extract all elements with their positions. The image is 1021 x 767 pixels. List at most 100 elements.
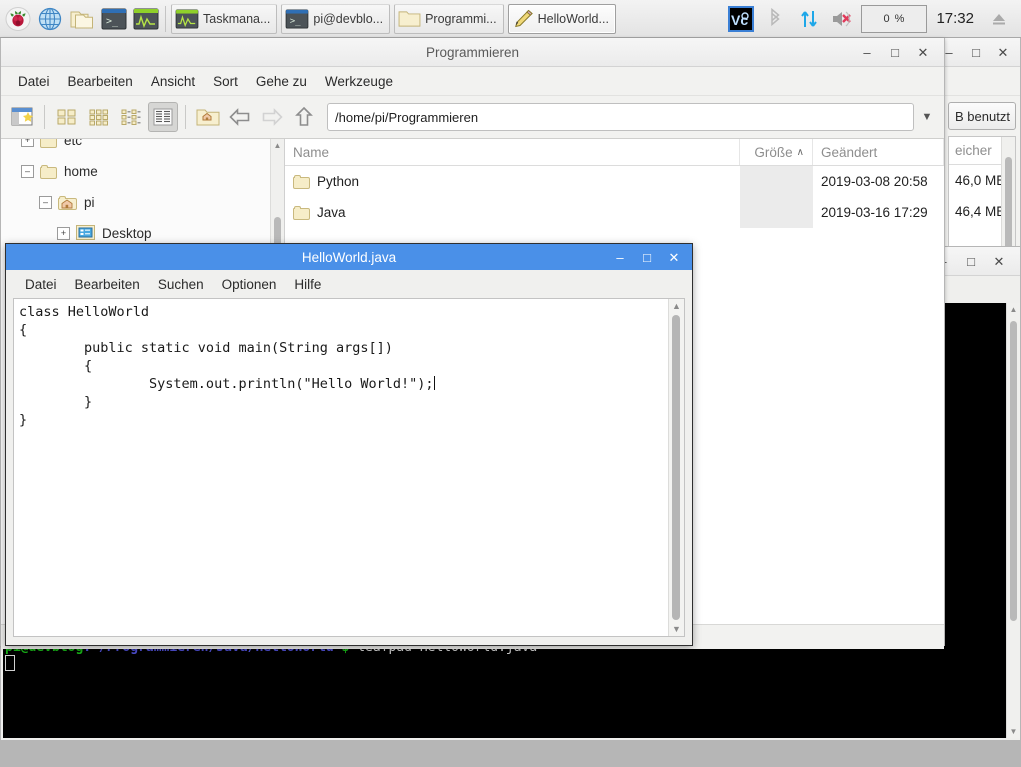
file-manager-icon[interactable] (67, 3, 97, 35)
clock[interactable]: 17:32 (929, 10, 981, 27)
toolbar-separator (44, 105, 45, 129)
taskbar-task-terminal[interactable]: >_ pi@devblo... (281, 4, 390, 34)
home-icon[interactable] (193, 102, 223, 132)
system-tray: Vc 0 % 17:32 (725, 3, 1019, 35)
minimize-button[interactable]: – (614, 251, 626, 264)
leafpad-menubar: Datei Bearbeiten Suchen Optionen Hilfe (6, 270, 692, 298)
menu-gehe-zu[interactable]: Gehe zu (247, 71, 316, 92)
new-tab-icon[interactable] (7, 102, 37, 132)
taskbar-task-leafpad[interactable]: HelloWorld... (508, 4, 616, 34)
scrollbar-thumb[interactable] (672, 315, 680, 620)
scroll-down-icon[interactable]: ▼ (1009, 727, 1018, 736)
memory-used-button[interactable]: B benutzt (948, 102, 1016, 130)
taskbar-task-label: Programmi... (425, 12, 497, 26)
file-name-cell: Python (285, 174, 740, 189)
terminal-scrollbar[interactable]: ▲ ▼ (1006, 303, 1020, 738)
scroll-down-icon[interactable]: ▼ (671, 624, 682, 634)
back-arrow-icon[interactable] (225, 102, 255, 132)
tree-expander[interactable]: – (21, 165, 34, 178)
menu-bearbeiten[interactable]: Bearbeiten (59, 71, 142, 92)
menu-ansicht[interactable]: Ansicht (142, 71, 204, 92)
view-compact-icon[interactable] (84, 102, 114, 132)
volume-muted-icon[interactable] (828, 3, 858, 35)
terminal-cursor (5, 655, 15, 671)
maximize-button[interactable]: □ (888, 45, 902, 59)
terminal-icon[interactable]: >_ (99, 3, 129, 35)
scroll-up-icon[interactable]: ▲ (273, 141, 282, 150)
sort-ascending-icon: ∧ (797, 147, 804, 158)
leafpad-window[interactable]: HelloWorld.java – □ ✕ Datei Bearbeiten S… (5, 243, 693, 646)
file-manager-menubar: Datei Bearbeiten Ansicht Sort Gehe zu We… (1, 67, 944, 96)
text-caret (434, 376, 435, 390)
leafpad-code[interactable]: class HelloWorld { public static void ma… (14, 299, 669, 636)
file-size-cell (740, 166, 813, 197)
menu-suchen[interactable]: Suchen (149, 274, 213, 295)
path-entry[interactable]: /home/pi/Programmieren (327, 103, 914, 131)
window-title: Programmieren (1, 45, 944, 60)
file-manager-toolbar: /home/pi/Programmieren ▼ (1, 96, 944, 139)
file-name-label: Java (317, 205, 346, 220)
taskbar-task-taskmanager[interactable]: Taskmana... (171, 4, 277, 34)
folder-icon (40, 165, 57, 179)
close-button[interactable]: ✕ (992, 254, 1006, 268)
maximize-button[interactable]: □ (641, 251, 653, 264)
scroll-up-icon[interactable]: ▲ (1009, 305, 1018, 314)
eject-icon[interactable] (984, 3, 1014, 35)
close-button[interactable]: ✕ (916, 45, 930, 59)
tree-item-etc[interactable]: + etc (9, 139, 284, 156)
maximize-button[interactable]: □ (969, 45, 983, 59)
window-controls: – □ ✕ (860, 45, 944, 59)
leafpad-titlebar: HelloWorld.java – □ ✕ (6, 244, 692, 270)
tree-item-label: etc (64, 139, 82, 148)
raspberry-menu-icon[interactable] (3, 3, 33, 35)
cpu-monitor[interactable]: 0 % (861, 5, 927, 33)
file-name-cell: Java (285, 205, 740, 220)
column-header-size[interactable]: Größe ∧ (740, 139, 813, 165)
taskbar: >_ Taskmana... >_ pi@devblo... Programmi… (0, 0, 1021, 38)
menu-bearbeiten[interactable]: Bearbeiten (66, 274, 149, 295)
tree-item-pi[interactable]: – pi (9, 187, 284, 218)
forward-arrow-icon (257, 102, 287, 132)
menu-datei[interactable]: Datei (9, 71, 59, 92)
tree-expander[interactable]: – (39, 196, 52, 209)
network-updown-icon[interactable] (794, 3, 824, 35)
menu-werkzeuge[interactable]: Werkzeuge (316, 71, 402, 92)
window-controls: – □ ✕ (614, 251, 692, 264)
leafpad-text-area[interactable]: class HelloWorld { public static void ma… (13, 298, 685, 637)
chevron-down-icon[interactable]: ▼ (916, 111, 938, 123)
web-browser-icon[interactable] (35, 3, 65, 35)
menu-optionen[interactable]: Optionen (213, 274, 286, 295)
up-arrow-icon[interactable] (289, 102, 319, 132)
view-detailed-list-icon[interactable] (148, 102, 178, 132)
scrollbar-thumb[interactable] (1010, 321, 1017, 621)
scroll-up-icon[interactable]: ▲ (671, 301, 682, 311)
bluetooth-icon[interactable] (760, 3, 790, 35)
system-monitor-icon[interactable] (131, 3, 161, 35)
menu-sort[interactable]: Sort (204, 71, 247, 92)
menu-hilfe[interactable]: Hilfe (285, 274, 330, 295)
tree-item-home[interactable]: – home (9, 156, 284, 187)
taskbar-task-filemanager[interactable]: Programmi... (394, 4, 504, 34)
maximize-button[interactable]: □ (964, 254, 978, 268)
view-icons-icon[interactable] (52, 102, 82, 132)
table-row[interactable]: Python 2019-03-08 20:58 (285, 166, 944, 197)
home-folder-icon (58, 196, 77, 210)
minimize-button[interactable]: – (860, 45, 874, 59)
close-button[interactable]: ✕ (668, 251, 680, 264)
task-manager-titlebar: – □ ✕ (942, 38, 1020, 67)
column-header-modified[interactable]: Geändert (813, 139, 944, 165)
file-modified-cell: 2019-03-16 17:29 (813, 205, 944, 220)
leafpad-code-tail: } } (19, 394, 92, 428)
tree-expander[interactable]: + (21, 139, 34, 147)
file-name-label: Python (317, 174, 359, 189)
close-button[interactable]: ✕ (996, 45, 1010, 59)
menu-datei[interactable]: Datei (16, 274, 66, 295)
view-thumbnail-icon[interactable] (116, 102, 146, 132)
vnc-icon[interactable]: Vc (726, 3, 756, 35)
column-header-name[interactable]: Name (285, 139, 740, 165)
leafpad-scrollbar[interactable]: ▲ ▼ (668, 299, 684, 636)
taskbar-task-label: HelloWorld... (538, 12, 609, 26)
table-row[interactable]: Java 2019-03-16 17:29 (285, 197, 944, 228)
leafpad-code-head: class HelloWorld { public static void ma… (19, 304, 434, 392)
tree-expander[interactable]: + (57, 227, 70, 240)
